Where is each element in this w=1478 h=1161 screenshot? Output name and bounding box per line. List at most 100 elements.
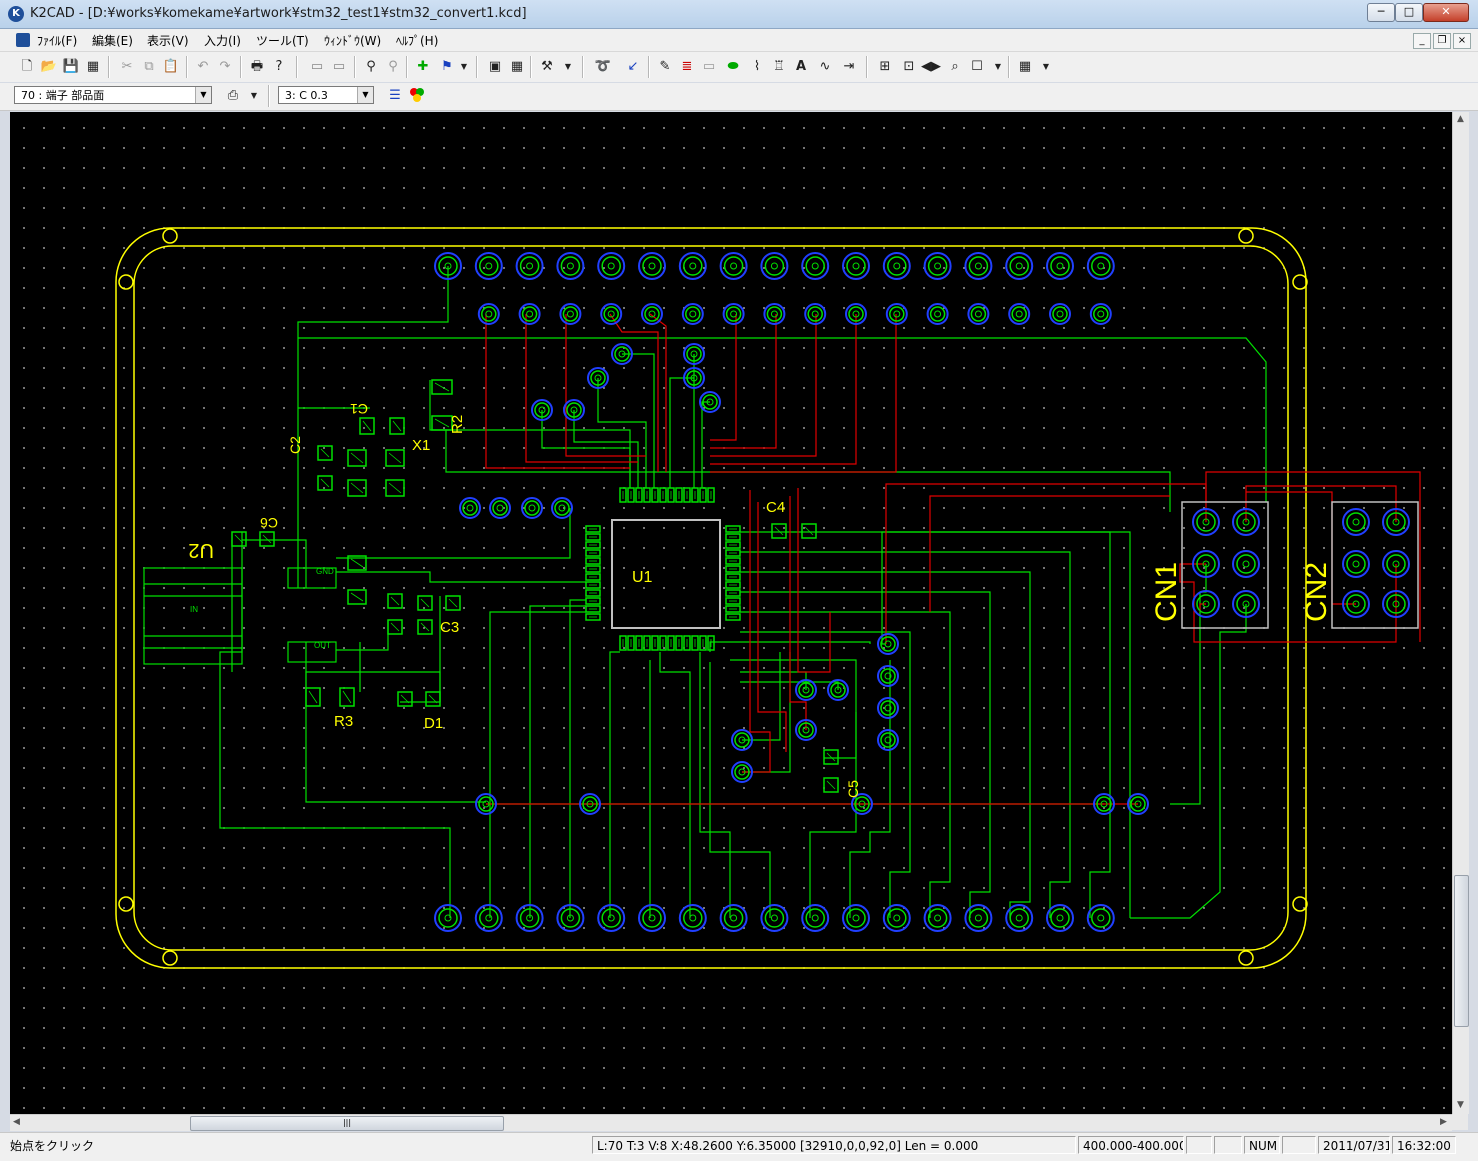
zoom-in-icon[interactable]: ⊞ <box>874 56 896 78</box>
pcb-drawing[interactable]: C1 C2 R2 X1 C6 U2 C4 U1 C3 R3 D1 C5 CN1 … <box>10 112 1452 1114</box>
window-dropdown-icon[interactable]: ▼ <box>990 56 1006 78</box>
zoom-fit-icon[interactable]: ⊡ <box>898 56 920 78</box>
grid-dropdown-icon[interactable]: ▼ <box>1038 56 1054 78</box>
open-folder-icon[interactable]: 📂 <box>38 56 60 78</box>
curve-icon[interactable]: ∿ <box>814 56 836 78</box>
header-pad <box>642 908 662 928</box>
pattern-icon[interactable]: ▭ <box>698 56 720 78</box>
chevron-down-icon[interactable]: ▼ <box>195 87 211 103</box>
menu-file[interactable]: ﾌｧｲﾙ(F) <box>37 32 77 49</box>
undo-icon[interactable]: ↶ <box>192 56 214 78</box>
menu-tools[interactable]: ツール(T) <box>256 32 309 49</box>
new-file-icon[interactable]: 🗋 <box>16 56 38 78</box>
save-icon[interactable]: 💾 <box>60 56 82 78</box>
connector-icon[interactable]: ⇥ <box>838 56 860 78</box>
cut-icon[interactable]: ✂ <box>116 56 138 78</box>
label-c2: C2 <box>287 436 303 454</box>
copy-icon[interactable]: ⧉ <box>138 56 160 78</box>
toolbar-separator <box>582 56 584 78</box>
scroll-down-icon[interactable]: ▼ <box>1457 1100 1464 1110</box>
save-all-icon[interactable]: ▦ <box>82 56 104 78</box>
connector-pad <box>1242 560 1250 568</box>
smd-pad <box>434 382 450 392</box>
color-palette-graphic <box>410 88 424 102</box>
scroll-right-icon[interactable]: ▶ <box>1440 1117 1447 1127</box>
document-icon[interactable] <box>16 33 30 47</box>
find-icon[interactable]: ⚲ <box>360 56 382 78</box>
text-icon[interactable]: A <box>790 56 812 78</box>
menu-window[interactable]: ｳｨﾝﾄﾞｳ(W) <box>324 32 381 49</box>
label-in-pin: IN <box>190 605 198 614</box>
grid-icon[interactable]: ▦ <box>1014 56 1036 78</box>
print-icon[interactable]: 🖶 <box>246 56 268 78</box>
green-trace <box>824 712 857 759</box>
scroll-left-icon[interactable]: ◀ <box>13 1117 20 1127</box>
header-pad <box>770 262 778 270</box>
header-pad <box>479 256 499 276</box>
vertical-scrollbar[interactable]: ▲ ▼ <box>1452 112 1469 1114</box>
toolbar-separator <box>354 56 356 78</box>
help-icon[interactable]: ? <box>268 56 290 78</box>
table-icon[interactable]: ▦ <box>506 56 528 78</box>
flip-icon[interactable]: ◀▶ <box>920 56 942 78</box>
picture-icon[interactable]: ▣ <box>484 56 506 78</box>
green-trace <box>881 531 1131 918</box>
horizontal-scrollbar[interactable]: ◀ ||| ▶ <box>10 1114 1452 1131</box>
add-component-icon[interactable]: ✚ <box>412 56 434 78</box>
smd-pad <box>420 622 430 632</box>
flag-dropdown-icon[interactable]: ▼ <box>456 56 472 78</box>
trophy-icon[interactable]: ♖ <box>768 56 790 78</box>
header-pad <box>607 914 615 922</box>
line-style-icon[interactable]: ☰ <box>384 85 406 107</box>
hammer-dropdown-icon[interactable]: ▼ <box>560 56 576 78</box>
smd-pad <box>774 526 784 536</box>
layer-down-icon[interactable]: ▭ <box>328 56 350 78</box>
brush-icon[interactable]: ⌇ <box>746 56 768 78</box>
pcb-canvas[interactable]: C1 C2 R2 X1 C6 U2 C4 U1 C3 R3 D1 C5 CN1 … <box>10 112 1452 1114</box>
menu-input[interactable]: 入力(I) <box>204 32 241 49</box>
mdi-restore-button[interactable]: ❐ <box>1433 33 1451 49</box>
via-stack-icon[interactable]: ≣ <box>676 56 698 78</box>
flag-icon[interactable]: ⚑ <box>436 56 458 78</box>
color-palette-icon[interactable] <box>406 85 428 107</box>
layer-lock-dropdown-icon[interactable]: ▼ <box>246 85 262 107</box>
smd-pad <box>390 622 400 632</box>
redo-icon[interactable]: ↷ <box>214 56 236 78</box>
header-pad <box>852 262 860 270</box>
header-pad <box>970 306 987 322</box>
header-pad <box>766 306 783 322</box>
scroll-up-icon[interactable]: ▲ <box>1457 114 1464 124</box>
width-select[interactable]: 3: C 0.3 ▼ <box>278 86 374 104</box>
select-arrow-icon[interactable]: ↙ <box>622 56 644 78</box>
paste-icon[interactable]: 📋 <box>160 56 182 78</box>
hammer-icon[interactable]: ⚒ <box>536 56 558 78</box>
replace-icon[interactable]: ⚲ <box>382 56 404 78</box>
mdi-minimize-button[interactable]: _ <box>1413 33 1431 49</box>
chevron-down-icon[interactable]: ▼ <box>357 87 373 103</box>
zoom-glass-icon[interactable]: ⌕ <box>944 56 966 78</box>
top-traces <box>219 266 1267 919</box>
header-pad <box>974 262 982 270</box>
lasso-icon[interactable]: ➰ <box>592 56 614 78</box>
mdi-close-button[interactable]: × <box>1453 33 1471 49</box>
header-pad <box>974 310 982 318</box>
smd-pad <box>308 690 318 704</box>
vertical-scroll-thumb[interactable] <box>1454 875 1469 1027</box>
header-pad <box>934 310 942 318</box>
menu-help[interactable]: ﾍﾙﾌﾟ(H) <box>396 32 438 49</box>
pad-ellipse-icon[interactable]: ⬬ <box>722 56 744 78</box>
maximize-button[interactable]: □ <box>1395 3 1423 22</box>
window-icon[interactable]: ☐ <box>966 56 988 78</box>
minimize-button[interactable]: ─ <box>1367 3 1395 22</box>
menu-edit[interactable]: 編集(E) <box>92 32 133 49</box>
via-pad <box>462 500 478 516</box>
header-pad <box>1056 310 1064 318</box>
header-pad <box>1097 914 1105 922</box>
close-button[interactable]: ✕ <box>1423 3 1469 22</box>
pencil-icon[interactable]: ✎ <box>654 56 676 78</box>
menu-view[interactable]: 表示(V) <box>147 32 189 49</box>
layer-lock-icon[interactable]: ⎙ <box>222 85 244 107</box>
layer-up-icon[interactable]: ▭ <box>306 56 328 78</box>
layer-select[interactable]: 70 : 端子 部品面 ▼ <box>14 86 212 104</box>
horizontal-scroll-thumb[interactable]: ||| <box>190 1116 504 1131</box>
